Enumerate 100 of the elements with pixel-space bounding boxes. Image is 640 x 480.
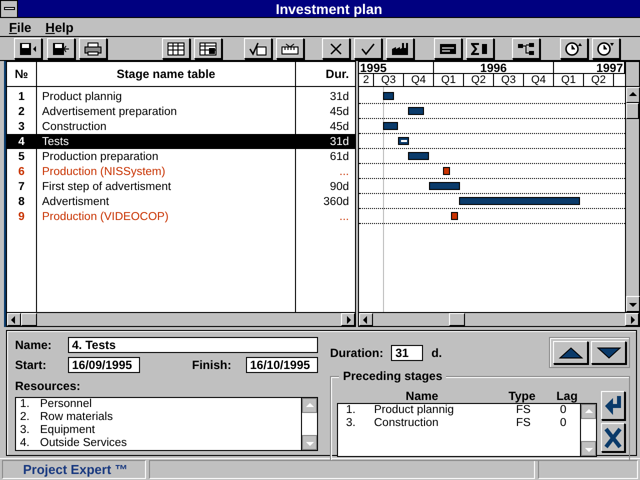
row-number[interactable]: 7 <box>7 179 36 194</box>
row-number[interactable]: 2 <box>7 104 36 119</box>
duration-cell[interactable]: 61d <box>296 149 355 164</box>
sigma-icon <box>471 42 489 56</box>
milestone-bar[interactable] <box>451 212 458 220</box>
resource-item[interactable]: 1. Personnel <box>16 398 301 411</box>
down-arrow-icon <box>596 346 622 360</box>
stage-name[interactable]: Construction <box>37 119 295 134</box>
clock-up-button[interactable] <box>560 38 588 59</box>
scroll-thumb[interactable] <box>449 313 465 326</box>
scroll-left-button[interactable] <box>7 313 21 326</box>
left-arrow-icon <box>362 316 370 324</box>
factory-button[interactable] <box>386 38 414 59</box>
duration-unit: d. <box>431 346 442 360</box>
scroll-right-button[interactable] <box>341 313 355 326</box>
scroll-thumb[interactable] <box>21 313 37 326</box>
quarter-label: Q4 <box>404 74 434 86</box>
confirm-button[interactable] <box>354 38 382 59</box>
delete-button[interactable] <box>322 38 350 59</box>
duration-label: Duration: <box>330 346 384 360</box>
ruler-button[interactable] <box>276 38 304 59</box>
duration-field[interactable]: 31 <box>391 344 424 360</box>
move-up-button[interactable] <box>553 341 588 364</box>
duration-cell[interactable]: 31d <box>296 134 355 149</box>
duration-cell[interactable]: 45d <box>296 119 355 134</box>
table-button[interactable] <box>194 38 222 59</box>
back-button[interactable] <box>601 391 625 420</box>
card-icon <box>439 42 457 56</box>
row-number[interactable]: 9 <box>7 209 36 224</box>
down-arrow-icon <box>629 300 637 308</box>
window-title: Investment plan <box>274 0 384 16</box>
start-label: Start: <box>15 358 48 372</box>
quarter-label: 2 <box>359 74 374 86</box>
card-button[interactable] <box>434 38 462 59</box>
stage-name[interactable]: Advertisment <box>37 194 295 209</box>
import-button[interactable] <box>47 38 75 59</box>
duration-cell[interactable]: 45d <box>296 104 355 119</box>
milestone-bar[interactable] <box>443 167 450 175</box>
print-button[interactable] <box>79 38 107 59</box>
menu-item[interactable]: Help <box>45 20 74 34</box>
stage-name[interactable]: Product plannig <box>37 89 295 104</box>
year-label: 1996 <box>434 62 554 73</box>
duration-cell[interactable]: 360d <box>296 194 355 209</box>
table-icon <box>199 42 217 56</box>
system-menu-button[interactable] <box>0 0 18 18</box>
task-bar[interactable] <box>398 137 409 145</box>
quarter-label: Q3 <box>494 74 524 86</box>
ruler-icon <box>281 42 299 56</box>
stage-name[interactable]: Production (VIDEOCOP) <box>37 209 295 224</box>
column-header: Type <box>507 389 537 403</box>
row-number[interactable]: 8 <box>7 194 36 209</box>
resource-item[interactable]: 4. Outside Services <box>16 437 301 450</box>
preceding-stage-item[interactable]: 3. Construction FS 0 <box>338 417 580 430</box>
up-arrow-icon <box>584 408 592 416</box>
finish-label: Finish: <box>192 358 232 372</box>
stage-name[interactable]: Production preparation <box>37 149 295 164</box>
row-number[interactable]: 5 <box>7 149 36 164</box>
menu-item[interactable]: File <box>9 20 32 34</box>
check-list-button[interactable] <box>244 38 272 59</box>
name-label: Name: <box>15 338 53 352</box>
stage-name[interactable]: First step of advertisment <box>37 179 295 194</box>
scroll-thumb[interactable] <box>626 103 639 119</box>
sum-button[interactable] <box>466 38 494 59</box>
up-arrow-icon <box>629 91 637 99</box>
scroll-right-button[interactable] <box>625 313 639 326</box>
resources-label: Resources: <box>15 379 82 393</box>
resource-item[interactable]: 2. Row materials <box>16 411 301 424</box>
resource-item[interactable]: 3. Equipment <box>16 424 301 437</box>
stage-name[interactable]: Tests <box>37 134 295 149</box>
table-icon <box>167 42 185 56</box>
duration-cell[interactable]: ... <box>296 164 355 179</box>
duration-cell[interactable]: 90d <box>296 179 355 194</box>
network-button[interactable] <box>512 38 540 59</box>
check-icon <box>359 42 377 56</box>
export-button[interactable] <box>14 38 42 59</box>
stage-name[interactable]: Advertisement preparation <box>37 104 295 119</box>
clock-icon <box>565 42 583 56</box>
remove-button[interactable] <box>601 423 625 452</box>
clock-down-button[interactable] <box>592 38 620 59</box>
scroll-left-button[interactable] <box>359 313 373 326</box>
row-number[interactable]: 3 <box>7 119 36 134</box>
duration-cell[interactable]: 31d <box>296 89 355 104</box>
start-date-field[interactable]: 16/09/1995 <box>68 357 140 373</box>
table-button[interactable] <box>162 38 190 59</box>
duration-cell[interactable]: ... <box>296 209 355 224</box>
clock-icon <box>597 42 615 56</box>
row-number[interactable]: 1 <box>7 89 36 104</box>
status-app-name: Project Expert ™ <box>2 460 146 479</box>
move-down-button[interactable] <box>591 341 626 364</box>
up-arrow-icon <box>306 402 314 410</box>
row-number[interactable]: 4 <box>7 134 36 149</box>
up-arrow-icon <box>558 346 584 360</box>
finish-date-field[interactable]: 16/10/1995 <box>246 357 318 373</box>
column-header: Name <box>404 389 440 403</box>
group-title: Preceding stages <box>339 369 446 383</box>
stage-name[interactable]: Production (NISSystem) <box>37 164 295 179</box>
row-number[interactable]: 6 <box>7 164 36 179</box>
preceding-stage-item[interactable]: 1. Product plannig FS 0 <box>338 404 580 417</box>
name-field[interactable]: 4. Tests <box>68 337 318 353</box>
quarter-label: Q4 <box>524 74 554 86</box>
